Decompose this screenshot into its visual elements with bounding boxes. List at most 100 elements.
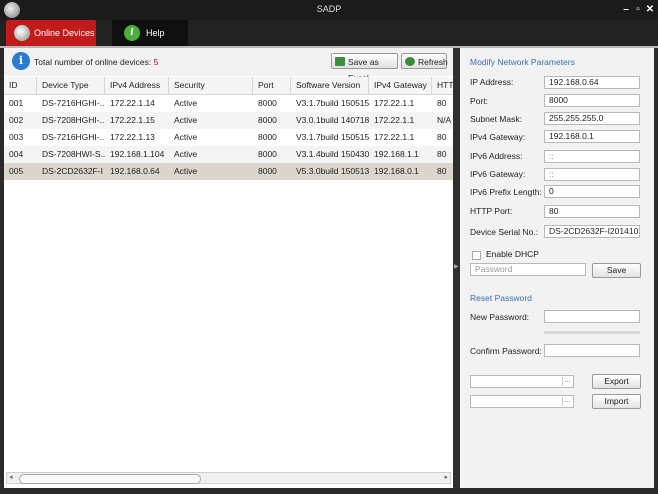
tab-label: Online Devices [34, 28, 95, 38]
password-strength-bar [544, 331, 640, 334]
cell-port: 8000 [258, 149, 277, 159]
tab-label: Help [146, 28, 165, 38]
table-row[interactable]: 001 DS-7216HGHI-... 172.22.1.14 Active 8… [4, 95, 453, 112]
import-path-field[interactable]: ... [470, 395, 574, 408]
export-path-field[interactable]: ... [470, 375, 574, 388]
settings-panel: Modify Network Parameters IP Address: 19… [460, 48, 654, 488]
export-browse-button[interactable]: ... [562, 377, 572, 386]
save-as-excel-button[interactable]: Save as Excel [331, 53, 398, 83]
table-row[interactable]: 004 DS-7208HWI-S... 192.168.1.104 Active… [4, 146, 453, 163]
excel-icon [335, 57, 345, 66]
total-devices-label: Total number of online devices: 5 [34, 57, 158, 67]
cell-security: Active [174, 98, 198, 108]
cell-device-type: DS-7208HGHI-... [42, 115, 105, 125]
new-password-label: New Password: [470, 312, 530, 322]
cell-ipv4: 172.22.1.15 [110, 115, 155, 125]
close-icon[interactable]: ✕ [644, 4, 656, 16]
panel-splitter[interactable]: ▶ [453, 48, 460, 488]
ipv4-gateway-label: IPv4 Gateway: [470, 132, 526, 142]
total-count: 5 [153, 57, 159, 67]
ipv6-address-label: IPv6 Address: [470, 151, 523, 161]
devices-icon [14, 25, 30, 41]
import-browse-button[interactable]: ... [562, 397, 572, 406]
info-icon: i [12, 52, 30, 70]
col-ipv4-gateway[interactable]: IPv4 Gateway [369, 77, 432, 94]
scroll-right-icon[interactable]: ▸ [444, 473, 448, 483]
table-row-selected[interactable]: 005 DS-2CD2632F-I 192.168.0.64 Active 80… [4, 163, 453, 180]
cell-gateway: 172.22.1.1 [374, 98, 415, 108]
cell-gateway: 172.22.1.1 [374, 132, 415, 142]
serial-number-field: DS-2CD2632F-I20141021 [544, 225, 640, 238]
cell-gateway: 172.22.1.1 [374, 115, 415, 125]
new-password-field[interactable] [544, 310, 640, 323]
col-id[interactable]: ID [4, 77, 37, 94]
export-button[interactable]: Export [592, 374, 641, 389]
minimize-icon[interactable]: – [620, 4, 632, 16]
enable-dhcp-checkbox[interactable] [472, 251, 481, 260]
cell-gateway: 192.168.1.1 [374, 149, 419, 159]
col-port[interactable]: Port [253, 77, 291, 94]
ipv6-prefix-field[interactable]: 0 [544, 185, 640, 198]
sadp-window: SADP – ▫ ✕ Online Devices i Help i Total… [0, 0, 658, 494]
cell-http: N/A [437, 115, 452, 125]
cell-port: 8000 [258, 166, 277, 176]
help-icon: i [124, 25, 140, 41]
port-field[interactable]: 8000 [544, 94, 640, 107]
cell-software: V3.0.1build 140718 [296, 115, 369, 125]
tab-bar: Online Devices i Help [0, 20, 658, 48]
cell-http: 80 [437, 98, 447, 108]
horizontal-scrollbar[interactable]: ◂ ▸ [6, 472, 451, 484]
http-port-field[interactable]: 80 [544, 205, 640, 218]
cell-software: V3.1.7build 150515 [296, 98, 369, 108]
col-http[interactable]: HTT [432, 77, 453, 94]
scroll-left-icon[interactable]: ◂ [9, 473, 13, 483]
tab-online-devices[interactable]: Online Devices [6, 20, 96, 46]
confirm-password-field[interactable] [544, 344, 640, 357]
subnet-mask-label: Subnet Mask: [470, 114, 522, 124]
tab-help[interactable]: i Help [112, 20, 188, 46]
cell-http: 80 [437, 149, 447, 159]
import-button[interactable]: Import [592, 394, 641, 409]
cell-ipv4: 172.22.1.13 [110, 132, 155, 142]
ipv4-gateway-field[interactable]: 192.168.0.1 [544, 130, 640, 143]
col-security[interactable]: Security [169, 77, 253, 94]
cell-http: 80 [437, 166, 447, 176]
serial-number-label: Device Serial No.: [470, 227, 539, 237]
refresh-button[interactable]: Refresh [401, 53, 448, 69]
cell-ipv4: 172.22.1.14 [110, 98, 155, 108]
ipv6-gateway-label: IPv6 Gateway: [470, 169, 526, 179]
collapse-arrow-icon[interactable]: ▶ [454, 263, 459, 270]
cell-device-type: DS-7216HGHI-... [42, 132, 105, 142]
cell-security: Active [174, 115, 198, 125]
enable-dhcp-label: Enable DHCP [486, 249, 539, 259]
title-bar: SADP – ▫ ✕ [0, 0, 658, 20]
cell-device-type: DS-7208HWI-S... [42, 149, 105, 159]
cell-http: 80 [437, 132, 447, 142]
http-port-label: HTTP Port: [470, 206, 513, 216]
col-software-version[interactable]: Software Version [291, 77, 369, 94]
subnet-mask-field[interactable]: 255.255.255.0 [544, 112, 640, 125]
maximize-icon[interactable]: ▫ [632, 4, 644, 16]
ipv6-prefix-label: IPv6 Prefix Length: [470, 187, 542, 197]
admin-password-field[interactable]: Password [470, 263, 586, 276]
cell-device-type: DS-2CD2632F-I [42, 166, 103, 176]
cell-ipv4: 192.168.0.64 [110, 166, 160, 176]
ipv6-address-field[interactable]: :: [544, 150, 640, 163]
modify-network-title: Modify Network Parameters [470, 57, 575, 67]
cell-id: 001 [9, 98, 24, 108]
cell-port: 8000 [258, 115, 277, 125]
ip-address-field[interactable]: 192.168.0.64 [544, 76, 640, 89]
table-row[interactable]: 002 DS-7208HGHI-... 172.22.1.15 Active 8… [4, 112, 453, 129]
cell-software: V5.3.0build 150513 [296, 166, 369, 176]
cell-gateway: 192.168.0.1 [374, 166, 419, 176]
save-button[interactable]: Save [592, 263, 641, 278]
device-list-panel: i Total number of online devices: 5 Save… [4, 48, 453, 488]
port-label: Port: [470, 96, 488, 106]
ipv6-gateway-field[interactable]: :: [544, 168, 640, 181]
col-device-type[interactable]: Device Type [37, 77, 105, 94]
scroll-thumb[interactable] [19, 474, 201, 484]
cell-security: Active [174, 166, 198, 176]
table-row[interactable]: 003 DS-7216HGHI-... 172.22.1.13 Active 8… [4, 129, 453, 146]
col-ipv4-address[interactable]: IPv4 Address [105, 77, 169, 94]
confirm-password-label: Confirm Password: [470, 346, 542, 356]
